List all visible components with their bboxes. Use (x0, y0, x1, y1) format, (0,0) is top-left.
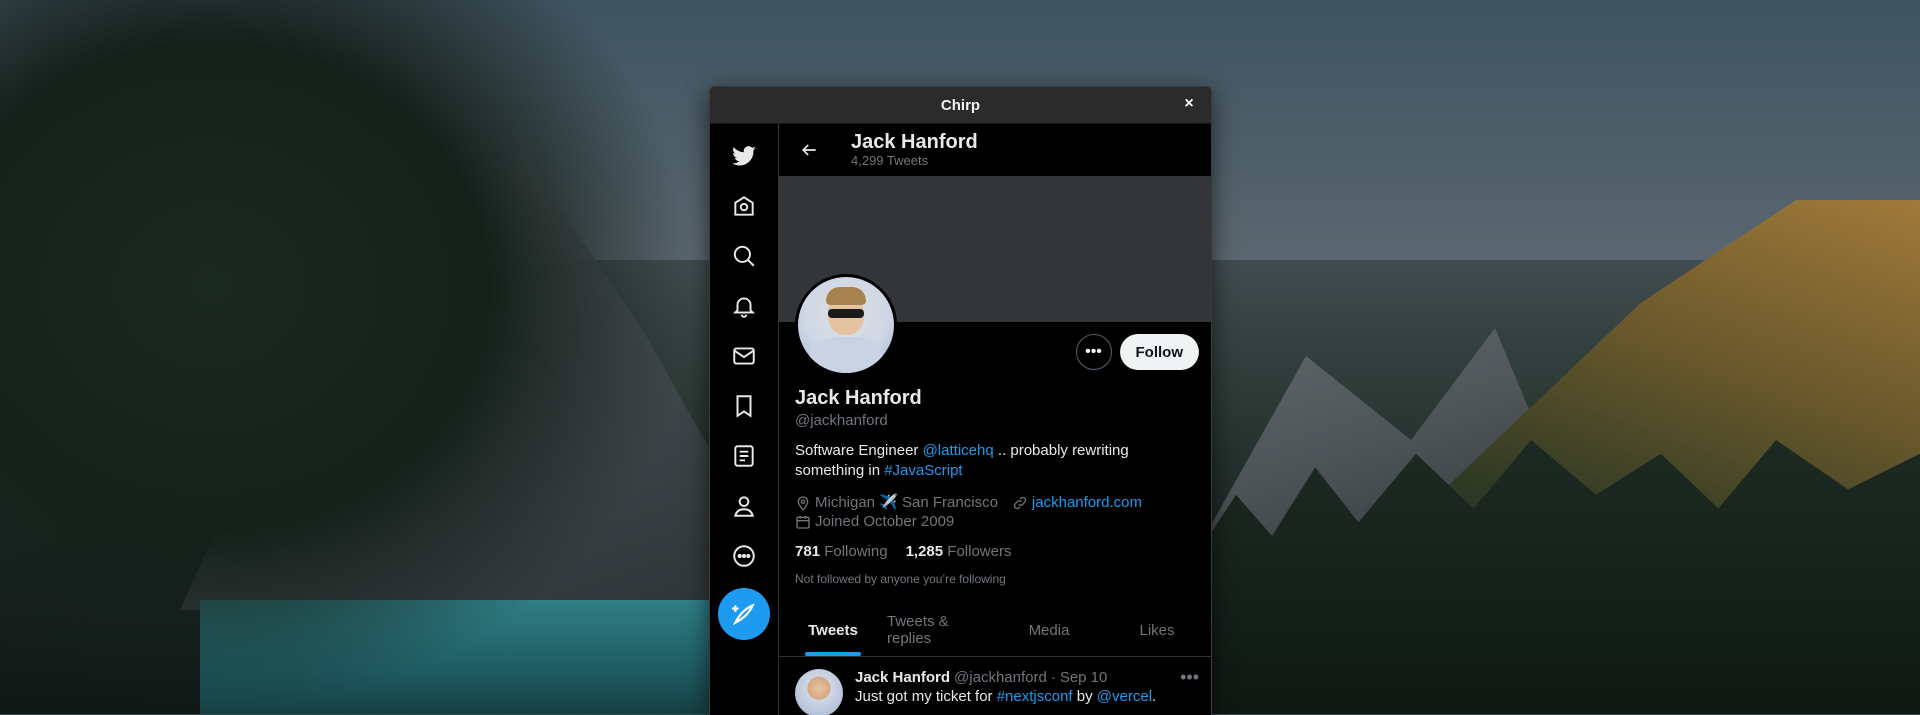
twitter-logo-icon[interactable] (724, 136, 764, 176)
followers-link[interactable]: 1,285 Followers (906, 543, 1012, 560)
tweet-text: Just got my ticket for #nextjsconf by @v… (855, 688, 1156, 705)
tweet-text-part: by (1072, 688, 1097, 705)
window-title: Chirp (940, 96, 981, 114)
tweet-separator: · (1050, 669, 1056, 686)
tweet-mention-link[interactable]: @vercel (1097, 688, 1152, 705)
header-name: Jack Hanford (851, 131, 978, 153)
tab-media[interactable]: Media (995, 604, 1103, 656)
following-count: 781 (795, 543, 821, 560)
profile-meta: Michigan ✈️ San Francisco jackhanford.co… (795, 493, 1195, 531)
compose-tweet-button[interactable] (718, 588, 770, 640)
bookmarks-icon[interactable] (724, 386, 764, 426)
website-link[interactable]: jackhanford.com (1032, 493, 1142, 512)
tweet-count: 4,299 Tweets (851, 153, 929, 168)
tweet-author-handle: @jackhanford (954, 669, 1047, 686)
explore-icon[interactable] (724, 236, 764, 276)
tweet-author-name[interactable]: Jack Hanford (855, 669, 950, 686)
tab-likes[interactable]: Likes (1103, 604, 1211, 656)
close-window-button[interactable]: × (1179, 94, 1199, 114)
profile-tabs: Tweets Tweets & replies Media Likes (779, 604, 1211, 657)
bio: Software Engineer @latticehq .. probably… (795, 441, 1195, 481)
link-icon (1013, 496, 1027, 509)
bio-mention-link[interactable]: @latticehq (923, 442, 994, 459)
follow-stats: 781 Following 1,285 Followers (795, 543, 1195, 560)
more-options-button[interactable]: ••• (1075, 334, 1112, 370)
tweet-item[interactable]: Jack Hanford @jackhanford · Sep 10 Just … (779, 657, 1211, 715)
tab-tweets-replies[interactable]: Tweets & replies (887, 604, 995, 656)
tweet-text-part: Just got my ticket for (855, 688, 997, 705)
lists-icon[interactable] (724, 436, 764, 476)
following-label: Following (824, 543, 888, 560)
profile-icon[interactable] (724, 486, 764, 526)
tweet-more-button[interactable]: ••• (1180, 667, 1199, 688)
profile-avatar[interactable] (795, 274, 897, 376)
bio-hashtag-link[interactable]: #JavaScript (884, 462, 962, 479)
title-bar: Chirp × (710, 87, 1211, 124)
tweet-date[interactable]: Sep 10 (1060, 669, 1108, 686)
tweet-text-part: . (1152, 688, 1157, 705)
handle: @jackhanford (795, 412, 888, 429)
calendar-icon (796, 515, 810, 529)
followers-count: 1,285 (905, 543, 944, 560)
home-icon[interactable] (724, 186, 764, 226)
tweet-avatar[interactable] (795, 669, 843, 715)
compose-icon (732, 603, 755, 626)
location: Michigan ✈️ San Francisco (815, 494, 998, 511)
follow-button[interactable]: Follow (1119, 334, 1199, 370)
more-icon[interactable] (724, 536, 764, 576)
profile-view: Jack Hanford 4,299 Tweets ••• Follow Jac… (779, 124, 1211, 715)
arrow-left-icon (801, 144, 816, 156)
following-link[interactable]: 781 Following (795, 543, 888, 560)
location-icon (797, 495, 809, 511)
joined-date: Joined October 2009 (815, 513, 955, 530)
back-button[interactable] (791, 132, 827, 168)
notifications-icon[interactable] (724, 286, 764, 326)
tweet-hashtag-link[interactable]: #nextjsconf (997, 688, 1073, 705)
messages-icon[interactable] (724, 336, 764, 376)
bio-text: Software Engineer (795, 442, 923, 459)
profile-header: Jack Hanford 4,299 Tweets (779, 124, 1211, 176)
tab-tweets[interactable]: Tweets (779, 604, 887, 656)
display-name: Jack Hanford (795, 387, 922, 409)
sidebar (710, 124, 779, 715)
not-followed-notice: Not followed by anyone you’re following (795, 572, 1006, 586)
followers-label: Followers (947, 543, 1012, 560)
chirp-window: Chirp × Jack Hanford 4,299 Tweets ••• Fo… (709, 86, 1212, 715)
